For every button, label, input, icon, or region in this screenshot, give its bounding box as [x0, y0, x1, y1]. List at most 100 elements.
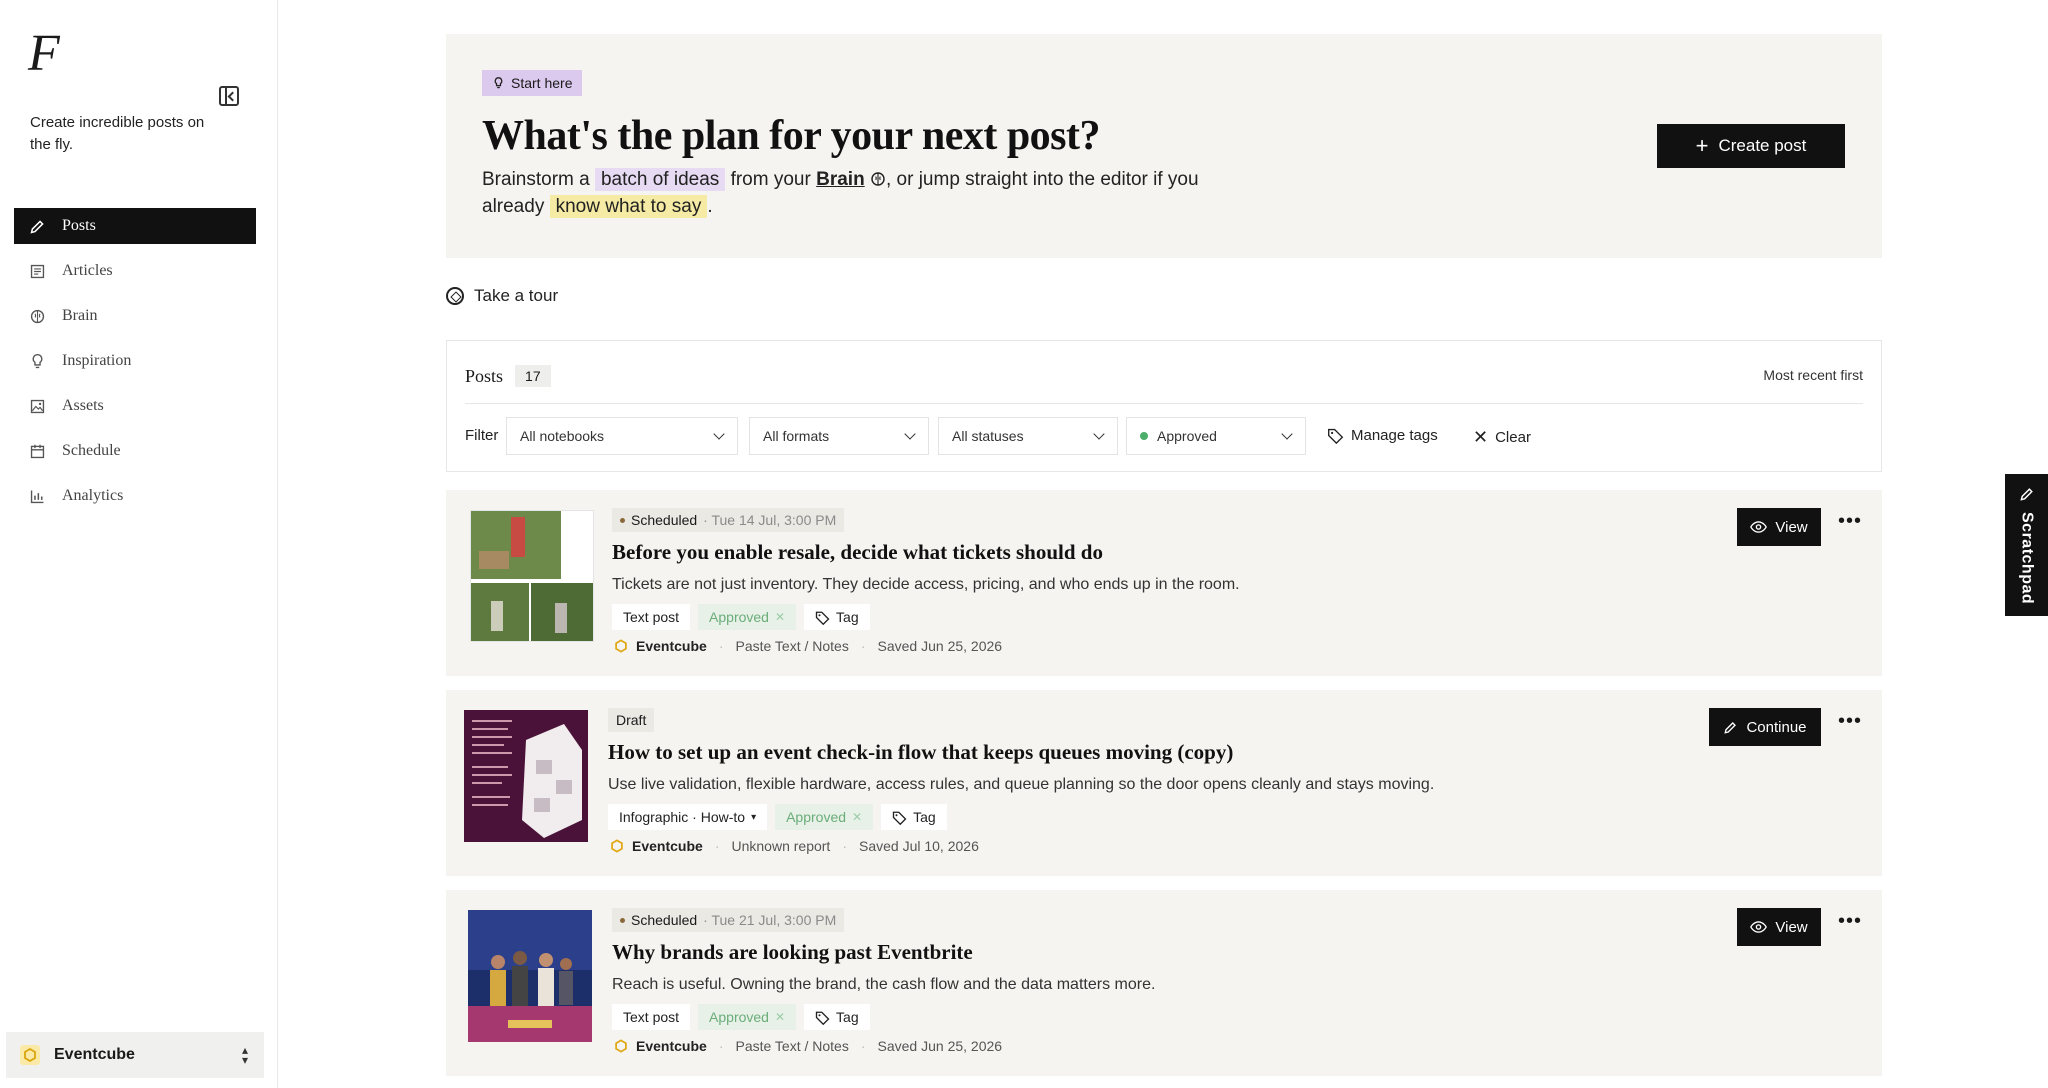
manage-tags-label: Manage tags	[1351, 427, 1438, 444]
take-a-tour-link[interactable]: Take a tour	[446, 286, 558, 306]
clear-filters-button[interactable]: ✕ Clear	[1473, 427, 1531, 448]
more-options-icon[interactable]: •••	[1838, 711, 1862, 731]
sidebar-item-label: Brain	[62, 307, 98, 324]
approved-chip[interactable]: Approved ✕	[698, 604, 797, 630]
approval-select[interactable]: Approved	[1126, 417, 1306, 455]
status-dot-icon	[620, 517, 625, 523]
select-value: All statuses	[952, 428, 1024, 444]
posts-heading: Posts	[465, 365, 504, 386]
collapse-sidebar-icon[interactable]	[219, 86, 239, 106]
remove-icon[interactable]: ✕	[852, 810, 862, 824]
chevron-updown-icon: ▴ ▾	[241, 1043, 248, 1067]
view-button[interactable]: View	[1737, 508, 1821, 546]
post-description: Use live validation, flexible hardware, …	[608, 776, 1435, 793]
chevron-down-icon	[1093, 428, 1105, 440]
post-thumbnail-image	[468, 910, 592, 1042]
more-options-icon[interactable]: •••	[1838, 911, 1862, 931]
sidebar-nav: Posts Articles Brain Inspiration Assets …	[14, 208, 256, 523]
formats-select[interactable]: All formats	[749, 417, 929, 455]
saved-date: Saved Jul 10, 2026	[858, 838, 979, 854]
post-title[interactable]: How to set up an event check-in flow tha…	[608, 740, 1233, 765]
workspace-switcher[interactable]: Eventcube ▴ ▾	[6, 1032, 264, 1078]
brand-name: Eventcube	[636, 638, 707, 654]
post-chips: Text post Approved ✕ Tag	[612, 604, 870, 630]
sidebar-item-analytics[interactable]: Analytics	[14, 478, 256, 514]
sidebar-item-assets[interactable]: Assets	[14, 388, 256, 424]
remove-icon[interactable]: ✕	[775, 610, 785, 624]
sidebar-item-label: Posts	[62, 217, 96, 234]
tag-chip[interactable]: Tag	[804, 604, 870, 630]
posts-count-badge: 17	[515, 365, 551, 387]
scratchpad-tab[interactable]: Scratchpad	[2005, 474, 2048, 616]
status-badge: Scheduled · Tue 21 Jul, 3:00 PM	[612, 908, 845, 932]
post-card[interactable]: Scheduled · Tue 21 Jul, 3:00 PM Why bran…	[446, 890, 1882, 1076]
chevron-down-icon	[713, 428, 725, 440]
status-badge: Scheduled · Tue 14 Jul, 3:00 PM	[612, 508, 845, 532]
scheduled-time: · Tue 14 Jul, 3:00 PM	[703, 512, 837, 528]
batch-of-ideas-link[interactable]: batch of ideas	[594, 168, 726, 191]
tag-chip[interactable]: Tag	[881, 804, 947, 830]
sidebar-item-schedule[interactable]: Schedule	[14, 433, 256, 469]
more-options-icon[interactable]: •••	[1838, 511, 1862, 531]
tag-label: Tag	[836, 1009, 859, 1025]
brand: Eventcube	[614, 638, 707, 654]
approved-chip[interactable]: Approved ✕	[775, 804, 874, 830]
scratchpad-label: Scratchpad	[2018, 512, 2036, 605]
sidebar-item-label: Schedule	[62, 442, 121, 459]
compass-icon	[446, 287, 464, 305]
create-post-button[interactable]: + Create post	[1657, 124, 1845, 168]
sidebar-item-posts[interactable]: Posts	[14, 208, 256, 244]
notebooks-select[interactable]: All notebooks	[506, 417, 738, 455]
calendar-icon	[28, 442, 46, 460]
approved-chip[interactable]: Approved ✕	[698, 1004, 797, 1030]
sidebar-item-brain[interactable]: Brain	[14, 298, 256, 334]
sidebar-item-label: Inspiration	[62, 352, 132, 369]
sidebar-tagline: Create incredible posts on the fly.	[30, 114, 205, 153]
format-select[interactable]: Infographic · How-to ▾	[608, 804, 768, 830]
post-title[interactable]: Why brands are looking past Eventbrite	[612, 940, 973, 965]
separator: ·	[718, 1038, 724, 1054]
post-thumbnail[interactable]	[468, 910, 592, 1042]
view-label: View	[1775, 518, 1808, 536]
filter-label: Filter	[465, 427, 499, 444]
post-card[interactable]: Draft How to set up an event check-in fl…	[446, 690, 1882, 876]
approved-label: Approved	[786, 809, 847, 825]
continue-button[interactable]: Continue	[1709, 708, 1821, 746]
format-chip[interactable]: Text post	[612, 604, 691, 630]
workspace-name: Eventcube	[54, 1046, 135, 1063]
app-logo[interactable]: F	[28, 28, 60, 80]
badge-label: Start here	[511, 75, 573, 91]
view-button[interactable]: View	[1737, 908, 1821, 946]
hero-title: What's the plan for your next post?	[482, 113, 1101, 159]
scheduled-time: · Tue 21 Jul, 3:00 PM	[703, 912, 837, 928]
tag-chip[interactable]: Tag	[804, 1004, 870, 1030]
know-what-to-say-link[interactable]: know what to say	[549, 195, 708, 218]
chevron-down-icon: ▾	[751, 811, 757, 823]
articles-icon	[28, 262, 46, 280]
eventcube-logo-icon	[615, 639, 627, 653]
post-meta: Eventcube · Paste Text / Notes · Saved J…	[614, 1038, 1002, 1054]
chevron-down-icon	[904, 428, 916, 440]
separator: ·	[842, 838, 847, 854]
brain-link[interactable]: Brain	[816, 169, 865, 190]
sidebar: F Create incredible posts on the fly. Po…	[0, 0, 278, 1088]
divider	[465, 403, 1863, 404]
chevron-down-icon	[1281, 428, 1293, 440]
brand: Eventcube	[610, 838, 703, 854]
statuses-select[interactable]: All statuses	[938, 417, 1118, 455]
status-badge: Draft	[608, 708, 655, 732]
manage-tags-button[interactable]: Manage tags	[1327, 427, 1438, 444]
remove-icon[interactable]: ✕	[775, 1010, 785, 1024]
status-label: Scheduled	[631, 912, 698, 928]
sort-select[interactable]: Most recent first	[1763, 367, 1863, 383]
tour-label: Take a tour	[474, 286, 559, 305]
post-thumbnail[interactable]	[470, 510, 594, 642]
separator: ·	[860, 638, 866, 654]
post-card[interactable]: Scheduled · Tue 14 Jul, 3:00 PM Before y…	[446, 490, 1882, 676]
sidebar-item-articles[interactable]: Articles	[14, 253, 256, 289]
format-chip[interactable]: Text post	[612, 1004, 691, 1030]
post-title[interactable]: Before you enable resale, decide what ti…	[612, 540, 1103, 565]
sidebar-item-inspiration[interactable]: Inspiration	[14, 343, 256, 379]
hero-sub-text: Brainstorm a	[482, 169, 595, 190]
post-thumbnail[interactable]	[464, 710, 588, 842]
